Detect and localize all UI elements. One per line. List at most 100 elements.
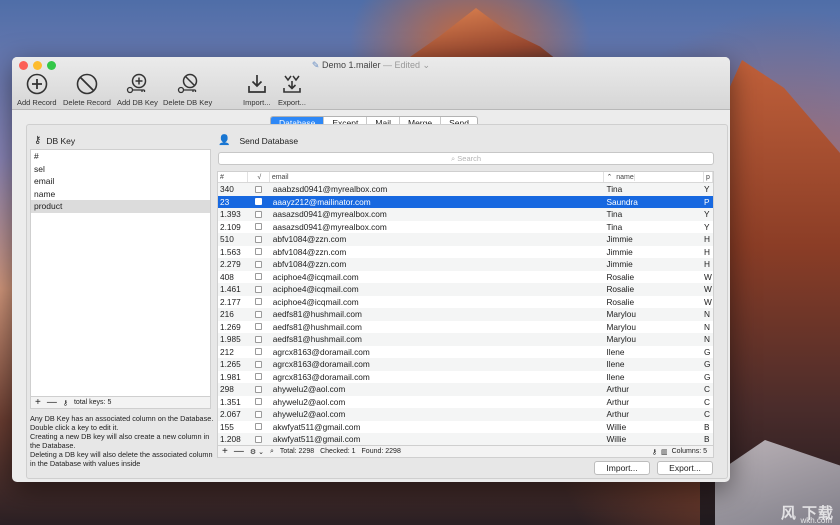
checkbox-box[interactable]: [255, 323, 263, 331]
import-button[interactable]: Import...: [243, 73, 271, 107]
table-row[interactable]: 1.265 agrcx8163@doramail.com Ilene G: [218, 358, 713, 371]
row-checkbox[interactable]: [248, 358, 270, 371]
row-checkbox[interactable]: [248, 333, 270, 346]
checkbox-box[interactable]: [255, 310, 263, 318]
add-db-key-button[interactable]: Add DB Key: [117, 73, 158, 107]
table-row[interactable]: 1.269 aedfs81@hushmail.com Marylou N: [218, 321, 713, 334]
row-checkbox[interactable]: [248, 246, 270, 259]
table-row[interactable]: 212 agrcx8163@doramail.com Ilene G: [218, 346, 713, 359]
column-header-name[interactable]: ⌃ name: [604, 172, 705, 182]
row-checkbox[interactable]: [248, 271, 270, 284]
checkbox-box[interactable]: [255, 223, 263, 231]
db-key-list[interactable]: # sel email name product: [30, 149, 211, 397]
table-row[interactable]: 1.563 abfv1084@zzn.com Jimmie H: [218, 246, 713, 259]
add-row-button[interactable]: +: [222, 446, 228, 457]
row-checkbox[interactable]: [248, 321, 270, 334]
table-row[interactable]: 408 aciphoe4@icqmail.com Rosalie W: [218, 271, 713, 284]
cell-number: 1.461: [220, 284, 241, 294]
row-checkbox[interactable]: [248, 258, 270, 271]
checkbox-box[interactable]: [255, 235, 263, 243]
db-key-item[interactable]: name: [31, 188, 210, 201]
table-row[interactable]: 1.208 akwfyat511@gmail.com Willie B: [218, 433, 713, 445]
checkbox-box[interactable]: [255, 385, 263, 393]
row-checkbox[interactable]: [248, 208, 270, 221]
cell-email: abfv1084@zzn.com: [272, 246, 347, 257]
column-header-check[interactable]: √: [248, 172, 270, 182]
checkbox-box[interactable]: [255, 198, 263, 206]
add-record-button[interactable]: Add Record: [17, 73, 57, 107]
row-checkbox[interactable]: [248, 296, 270, 309]
gear-icon[interactable]: ⚙ ⌄: [250, 448, 264, 456]
checkbox-box[interactable]: [255, 360, 263, 368]
checkbox-box[interactable]: [255, 410, 263, 418]
row-checkbox[interactable]: [248, 433, 270, 445]
table-row[interactable]: 298 ahywelu2@aol.com Arthur C: [218, 383, 713, 396]
cell-name: Marylou: [606, 309, 636, 319]
columns-indicator: ⚷ ▥ Columns: 5: [651, 448, 707, 456]
db-key-item-selected[interactable]: product: [31, 200, 210, 213]
cell-email: aasazsd0941@myrealbox.com: [272, 209, 387, 219]
db-key-header: ⚷ DB Key: [34, 135, 76, 146]
checkbox-box[interactable]: [255, 285, 263, 293]
row-checkbox[interactable]: [248, 383, 270, 396]
cell-email: abfv1084@zzn.com: [272, 259, 347, 269]
table-row[interactable]: 1.393 aasazsd0941@myrealbox.com Tina Y: [218, 208, 713, 221]
table-row[interactable]: 216 aedfs81@hushmail.com Marylou N: [218, 308, 713, 321]
checkbox-box[interactable]: [255, 423, 263, 431]
row-checkbox[interactable]: [248, 346, 270, 359]
db-key-item[interactable]: #: [31, 150, 210, 163]
export-button[interactable]: Export...: [278, 73, 306, 107]
column-header-number[interactable]: #: [218, 172, 248, 182]
column-header-email[interactable]: email: [270, 172, 605, 182]
table-row[interactable]: 2.177 aciphoe4@icqmail.com Rosalie W: [218, 296, 713, 309]
checkbox-box[interactable]: [255, 298, 263, 306]
row-checkbox[interactable]: [248, 196, 270, 209]
table-row[interactable]: 510 abfv1084@zzn.com Jimmie H: [218, 233, 713, 246]
table-row[interactable]: 155 akwfyat511@gmail.com Willie B: [218, 421, 713, 434]
table-row[interactable]: 1.461 aciphoe4@icqmail.com Rosalie W: [218, 283, 713, 296]
row-checkbox[interactable]: [248, 283, 270, 296]
checkbox-box[interactable]: [255, 210, 263, 218]
import-bottom-button[interactable]: Import...: [594, 461, 650, 475]
export-icon: [283, 75, 301, 93]
checkbox-box[interactable]: [255, 260, 263, 268]
remove-row-button[interactable]: —: [234, 446, 244, 457]
row-checkbox[interactable]: [248, 408, 270, 421]
row-checkbox[interactable]: [248, 233, 270, 246]
checkbox-box[interactable]: [255, 185, 263, 193]
checkbox-box[interactable]: [255, 248, 263, 256]
db-key-item[interactable]: email: [31, 175, 210, 188]
db-key-item[interactable]: sel: [31, 163, 210, 176]
delete-db-key-button[interactable]: Delete DB Key: [163, 73, 212, 107]
row-checkbox[interactable]: [248, 421, 270, 434]
remove-key-small-button[interactable]: —: [47, 397, 57, 408]
row-checkbox[interactable]: [248, 308, 270, 321]
cell-email: abfv1084@zzn.com: [272, 234, 347, 244]
row-checkbox[interactable]: [248, 371, 270, 384]
cell-product: N: [704, 309, 711, 319]
table-row[interactable]: 340 aaabzsd0941@myrealbox.com Tina Y: [218, 183, 713, 196]
row-checkbox[interactable]: [248, 183, 270, 196]
add-key-small-button[interactable]: +: [35, 397, 41, 408]
checkbox-box[interactable]: [255, 373, 263, 381]
search-input[interactable]: ⌕ Search: [218, 152, 714, 165]
table-row[interactable]: 1.985 aedfs81@hushmail.com Marylou N: [218, 333, 713, 346]
export-bottom-button[interactable]: Export...: [657, 461, 713, 475]
table-row[interactable]: 2.109 aasazsd0941@myrealbox.com Tina Y: [218, 221, 713, 234]
table-row[interactable]: 1.351 ahywelu2@aol.com Arthur C: [218, 396, 713, 409]
table-row[interactable]: 1.981 agrcx8163@doramail.com Ilene G: [218, 371, 713, 384]
checkbox-box[interactable]: [255, 273, 263, 281]
checkbox-box[interactable]: [255, 435, 263, 443]
column-header-product[interactable]: p: [704, 172, 713, 182]
table-row[interactable]: 2.067 ahywelu2@aol.com Arthur C: [218, 408, 713, 421]
checkbox-box[interactable]: [255, 398, 263, 406]
row-checkbox[interactable]: [248, 396, 270, 409]
table-row-selected[interactable]: 23 aaayz212@mailinator.com Saundra P: [218, 195, 713, 209]
checkbox-box[interactable]: [255, 335, 263, 343]
delete-record-button[interactable]: Delete Record: [63, 73, 111, 107]
row-checkbox[interactable]: [248, 221, 270, 234]
cell-name: Ilene: [606, 346, 625, 357]
checkbox-box[interactable]: [255, 348, 263, 356]
table-row[interactable]: 2.279 abfv1084@zzn.com Jimmie H: [218, 258, 713, 271]
cell-product: Y: [704, 184, 710, 194]
